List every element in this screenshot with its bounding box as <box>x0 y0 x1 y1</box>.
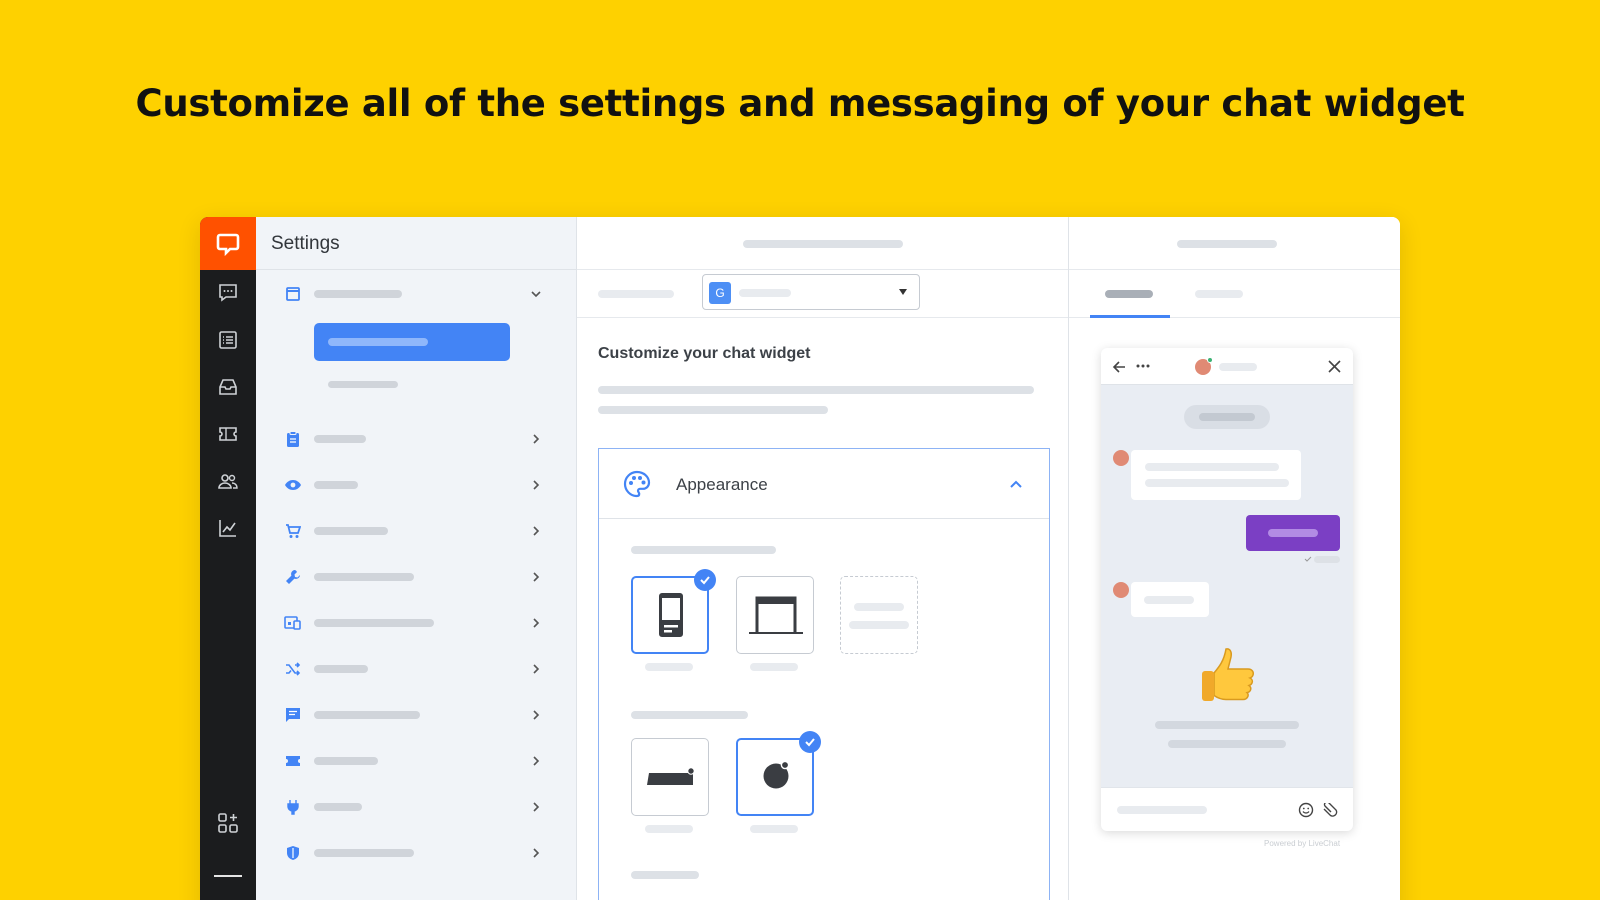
agent-avatar <box>1113 450 1129 466</box>
tab-underline <box>1090 315 1170 318</box>
chats-icon[interactable] <box>216 281 240 305</box>
chevron-right-icon <box>533 664 540 674</box>
agent-message <box>1131 582 1209 617</box>
emoji-icon[interactable] <box>1298 802 1314 818</box>
appearance-header[interactable]: Appearance <box>599 449 1049 519</box>
devices-icon <box>284 614 302 632</box>
check-icon <box>799 731 821 753</box>
layout-option-placeholder[interactable] <box>840 576 918 654</box>
settings-item-forms[interactable] <box>284 427 544 451</box>
bar-icon <box>647 767 695 785</box>
settings-item-chat-widget[interactable] <box>284 282 544 306</box>
thumbs-up-icon <box>1202 648 1254 701</box>
settings-item-visibility[interactable] <box>284 473 544 497</box>
settings-item-canned-responses[interactable] <box>284 703 544 727</box>
attachment-icon[interactable] <box>1322 803 1340 817</box>
tickets-icon[interactable] <box>216 422 240 446</box>
settings-item-routing[interactable] <box>284 657 544 681</box>
chevron-right-icon <box>533 480 540 490</box>
window-icon <box>284 285 302 303</box>
customers-icon[interactable] <box>216 469 240 493</box>
chevron-down-icon <box>531 291 541 298</box>
customization-panel: G Customize your chat widget Appearance <box>577 217 1069 900</box>
appearance-section: Appearance <box>598 448 1050 900</box>
option-group-label <box>631 546 776 554</box>
caret-down-icon <box>899 289 907 295</box>
settings-item-tools[interactable] <box>284 565 544 589</box>
settings-item-installation[interactable] <box>284 611 544 635</box>
chevron-right-icon <box>533 618 540 628</box>
date-pill <box>1184 405 1270 429</box>
shuffle-icon <box>284 660 302 678</box>
shield-icon <box>284 844 302 862</box>
layout-option-window[interactable] <box>736 576 814 654</box>
app-window: Settings G Customize your chat widget Ap… <box>200 217 1400 900</box>
settings-item-security[interactable] <box>284 841 544 865</box>
powered-by-text: Powered by LiveChat <box>1264 839 1341 848</box>
group-select[interactable]: G <box>702 274 920 310</box>
settings-subitem-customization[interactable] <box>314 323 510 361</box>
tab-inactive[interactable] <box>1195 290 1243 298</box>
settings-panel: Settings <box>256 217 577 900</box>
toolbar: G <box>577 270 1068 318</box>
phone-icon <box>659 593 683 637</box>
agent-message <box>1131 450 1301 500</box>
close-icon[interactable] <box>1328 360 1341 373</box>
page-headline: Customize all of the settings and messag… <box>135 82 1465 125</box>
settings-item-label <box>314 290 402 298</box>
header-placeholder <box>743 240 903 248</box>
chevron-right-icon <box>533 434 540 444</box>
reports-icon[interactable] <box>216 516 240 540</box>
clipboard-icon <box>284 430 302 448</box>
settings-item-integrations[interactable] <box>284 795 544 819</box>
panel-title: Customize your chat widget <box>598 345 811 362</box>
chevron-right-icon <box>533 756 540 766</box>
eye-icon <box>284 476 302 494</box>
window-layout-icon <box>749 596 803 634</box>
message-input[interactable] <box>1101 787 1353 831</box>
tab-active[interactable] <box>1105 290 1153 298</box>
minimized-option-bubble[interactable] <box>736 731 821 816</box>
nav-rail <box>200 217 256 900</box>
ticket-icon <box>284 752 302 770</box>
rail-divider <box>214 875 242 877</box>
apps-icon[interactable] <box>216 811 240 835</box>
widget-header <box>1101 348 1353 385</box>
settings-title: Settings <box>256 217 576 270</box>
section-title: Appearance <box>676 475 768 494</box>
chevron-right-icon <box>533 572 540 582</box>
back-arrow-icon[interactable] <box>1112 360 1126 374</box>
inbox-icon[interactable] <box>216 375 240 399</box>
settings-item-sales[interactable] <box>284 519 544 543</box>
cart-icon <box>284 522 302 540</box>
online-indicator <box>1207 357 1213 363</box>
bubble-icon <box>763 760 790 789</box>
livechat-logo[interactable] <box>200 217 256 270</box>
group-badge: G <box>709 282 731 304</box>
plug-icon <box>284 798 302 816</box>
preview-tabs <box>1069 270 1400 318</box>
settings-subitem[interactable] <box>328 381 398 388</box>
minimized-option-bar[interactable] <box>631 738 709 816</box>
chevron-right-icon <box>533 802 540 812</box>
option-group-label <box>631 711 748 719</box>
read-check-icon <box>1304 556 1312 562</box>
check-icon <box>694 569 716 591</box>
agent-avatar <box>1113 582 1129 598</box>
chevron-right-icon <box>533 848 540 858</box>
layout-option-mobile[interactable] <box>631 569 716 654</box>
palette-icon <box>623 470 651 498</box>
chevron-right-icon <box>533 526 540 536</box>
visitor-message <box>1246 515 1340 551</box>
preview-panel: Powered by LiveChat <box>1069 217 1400 900</box>
chevron-up-icon <box>1010 480 1022 488</box>
chat-widget-preview <box>1101 348 1353 831</box>
wrench-icon <box>284 568 302 586</box>
more-icon[interactable] <box>1136 364 1150 368</box>
settings-item-tickets[interactable] <box>284 749 544 773</box>
message-icon <box>284 706 302 724</box>
archives-icon[interactable] <box>216 328 240 352</box>
chevron-right-icon <box>533 710 540 720</box>
